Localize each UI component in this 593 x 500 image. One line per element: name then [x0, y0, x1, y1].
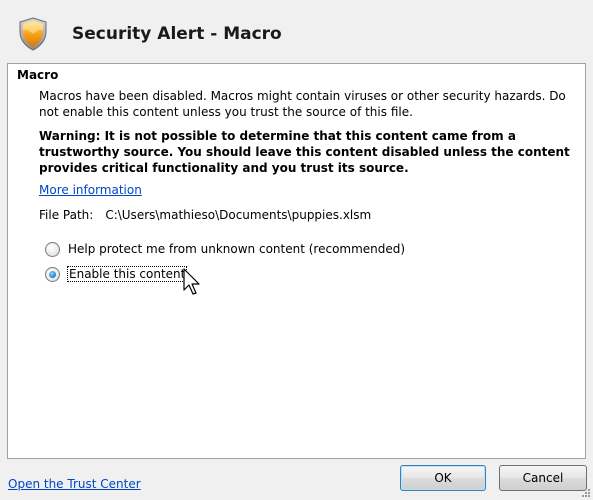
ok-button[interactable]: OK [400, 465, 486, 491]
radio-option-protect[interactable]: Help protect me from unknown content (re… [45, 240, 405, 258]
macro-group-panel: Macro Macros have been disabled. Macros … [7, 63, 586, 459]
cancel-button[interactable]: Cancel [499, 465, 587, 491]
macro-description: Macros have been disabled. Macros might … [39, 89, 566, 119]
radio-option-enable[interactable]: Enable this content [45, 265, 188, 283]
dialog-title: Security Alert - Macro [72, 24, 282, 44]
shield-warning-icon [19, 17, 47, 51]
open-trust-center-link[interactable]: Open the Trust Center [8, 477, 141, 491]
resize-grip-icon[interactable] [581, 488, 591, 498]
more-information-link[interactable]: More information [39, 183, 142, 197]
file-path: File Path: C:\Users\mathieso\Documents\pu… [39, 208, 371, 222]
security-warning-text: Warning: It is not possible to determine… [39, 129, 570, 175]
radio-label-enable[interactable]: Enable this content [66, 266, 188, 282]
radio-button-enable[interactable] [45, 266, 60, 282]
mouse-pointer-icon [183, 268, 200, 295]
radio-button-protect[interactable] [45, 241, 60, 257]
radio-label-protect[interactable]: Help protect me from unknown content (re… [68, 242, 405, 256]
file-path-label: File Path: [39, 208, 94, 222]
file-path-value: C:\Users\mathieso\Documents\puppies.xlsm [105, 208, 372, 222]
group-title: Macro [17, 68, 59, 82]
dialog-header: Security Alert - Macro [0, 0, 593, 62]
